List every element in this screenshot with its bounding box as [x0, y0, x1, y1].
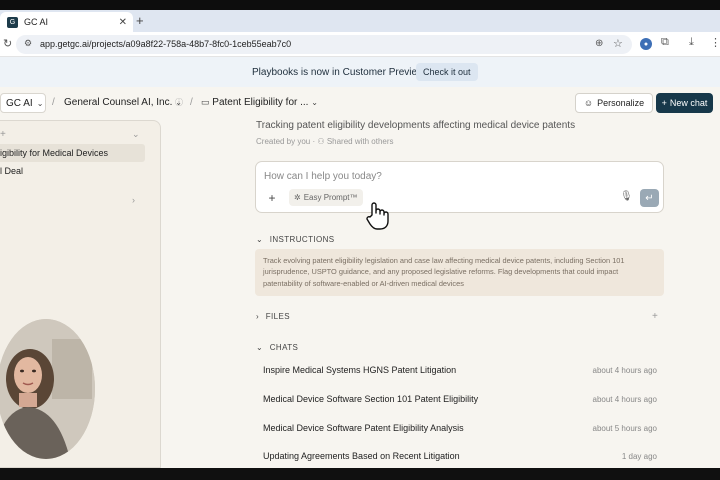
chats-section-header[interactable]: ⌄ CHATS — [256, 343, 298, 352]
shared-status: Shared with others — [326, 137, 394, 146]
video-top-bar — [0, 0, 720, 10]
chat-title: Medical Device Software Patent Eligibili… — [263, 423, 464, 433]
microphone-icon[interactable]: 🎙 — [620, 191, 633, 202]
add-file-icon[interactable]: + — [652, 311, 658, 322]
created-by: Created by you — [256, 137, 311, 146]
new-chat-label: New chat — [669, 98, 708, 108]
presenter-video-icon — [0, 319, 95, 459]
project-meta: Created by you · ⚇ Shared with others — [256, 137, 394, 146]
video-bottom-bar — [0, 468, 720, 480]
attach-plus-button[interactable]: + — [264, 189, 280, 206]
project-label: Patent Eligibility for ... — [212, 97, 309, 108]
company-label: General Counsel AI, Inc. — [64, 97, 173, 108]
workspace-label: GC AI — [6, 97, 33, 109]
meta-separator: · — [312, 137, 316, 146]
browser-tab[interactable]: G GC AI ✕ — [0, 12, 133, 32]
files-heading: FILES — [265, 312, 290, 321]
chat-row[interactable]: Inspire Medical Systems HGNS Patent Liti… — [263, 365, 657, 379]
breadcrumb-company[interactable]: General Counsel AI, Inc. ⌄ — [64, 97, 182, 108]
webcam-overlay — [0, 319, 95, 459]
profile-icon[interactable]: ● — [640, 38, 652, 50]
breadcrumb-separator: / — [190, 97, 193, 108]
easy-prompt-button[interactable]: ✲ Easy Prompt™ — [289, 189, 363, 206]
project-description: Tracking patent eligibility developments… — [256, 120, 576, 131]
send-button[interactable]: ↵ — [640, 189, 659, 207]
chat-time: about 5 hours ago — [592, 424, 658, 433]
plus-icon: + — [661, 98, 667, 108]
extensions-icon[interactable]: ⧉ — [661, 36, 669, 49]
reload-icon[interactable]: ↻ — [3, 37, 12, 50]
prompt-box[interactable]: How can I help you today? + ✲ Easy Promp… — [255, 161, 664, 213]
files-section-header[interactable]: › FILES — [256, 312, 290, 321]
chat-title: Medical Device Software Section 101 Pate… — [263, 394, 479, 404]
close-tab-icon[interactable]: ✕ — [119, 17, 127, 28]
chevron-down-icon: ⌄ — [256, 235, 264, 244]
sidebar-item-label: l Deal — [0, 166, 24, 176]
easy-prompt-label: Easy Prompt™ — [303, 193, 358, 202]
new-tab-icon[interactable]: + — [136, 13, 148, 29]
address-bar[interactable]: ⚙ app.getgc.ai/projects/a09a8f22-758a-48… — [16, 35, 632, 54]
chevron-right-icon[interactable]: › — [132, 195, 135, 205]
app-window: Playbooks is now in Customer Preview Che… — [0, 57, 720, 468]
download-icon[interactable]: ⤓ — [689, 36, 694, 49]
chat-row[interactable]: Medical Device Software Patent Eligibili… — [263, 423, 657, 437]
instructions-text[interactable]: Track evolving patent eligibility legisl… — [255, 249, 664, 296]
chevron-down-icon: ⌄ — [36, 98, 44, 108]
chats-heading: CHATS — [269, 343, 299, 352]
chat-time: 1 day ago — [621, 452, 657, 461]
gc-ai-favicon-icon: G — [7, 16, 18, 28]
instructions-heading: INSTRUCTIONS — [269, 235, 335, 244]
announcement-banner: Playbooks is now in Customer Preview Che… — [0, 57, 720, 87]
chat-title: Inspire Medical Systems HGNS Patent Liti… — [263, 365, 457, 375]
chevron-down-icon: ⌄ — [311, 98, 318, 107]
breadcrumb-separator: / — [52, 97, 55, 108]
new-chat-button[interactable]: + New chat — [656, 93, 713, 113]
sidebar-item-active[interactable]: igibility for Medical Devices — [0, 144, 145, 162]
chat-title: Updating Agreements Based on Recent Liti… — [263, 451, 460, 461]
breadcrumb-project[interactable]: ▭ Patent Eligibility for ... ⌄ — [201, 97, 318, 108]
chevron-down-icon: ⌄ — [256, 343, 264, 352]
star-icon[interactable]: ☆ — [613, 37, 623, 50]
sidebar-item-label: igibility for Medical Devices — [0, 148, 109, 158]
sidebar-item[interactable]: l Deal — [0, 166, 23, 176]
chevron-down-icon[interactable]: ⌄ — [132, 129, 140, 140]
browser-tab-bar: G GC AI ✕ + — [0, 10, 720, 32]
user-icon: ☺ — [583, 98, 594, 108]
zoom-icon[interactable]: ⊕ — [595, 38, 603, 49]
add-icon[interactable]: + — [0, 129, 6, 140]
workspace-selector[interactable]: GC AI ⌄ — [0, 93, 46, 113]
hand-cursor-icon — [366, 202, 389, 230]
menu-icon[interactable]: ⋮ — [710, 36, 720, 49]
people-icon: ⚇ — [317, 137, 325, 146]
chat-row[interactable]: Medical Device Software Section 101 Pate… — [263, 394, 657, 408]
personalize-label: Personalize — [597, 98, 645, 108]
chevron-right-icon: › — [256, 312, 260, 321]
banner-text: Playbooks is now in Customer Preview — [252, 67, 425, 78]
browser-toolbar: ↻ ⚙ app.getgc.ai/projects/a09a8f22-758a-… — [0, 32, 720, 57]
tab-title: GC AI — [24, 17, 49, 27]
url-text[interactable]: app.getgc.ai/projects/a09a8f22-758a-48b7… — [40, 39, 291, 49]
check-it-out-button[interactable]: Check it out — [416, 63, 478, 81]
chat-time: about 4 hours ago — [592, 366, 658, 375]
info-icon[interactable]: ⓘ — [175, 97, 183, 108]
personalize-button[interactable]: ☺ Personalize — [575, 93, 653, 113]
instructions-section-header[interactable]: ⌄ INSTRUCTIONS — [256, 235, 335, 244]
sparkle-icon: ✲ — [294, 193, 301, 202]
chat-row[interactable]: Updating Agreements Based on Recent Liti… — [263, 451, 657, 465]
folder-icon: ▭ — [201, 97, 210, 107]
prompt-input[interactable]: How can I help you today? — [264, 171, 382, 182]
chat-time: about 4 hours ago — [592, 395, 658, 404]
site-info-icon[interactable]: ⚙ — [24, 38, 32, 49]
